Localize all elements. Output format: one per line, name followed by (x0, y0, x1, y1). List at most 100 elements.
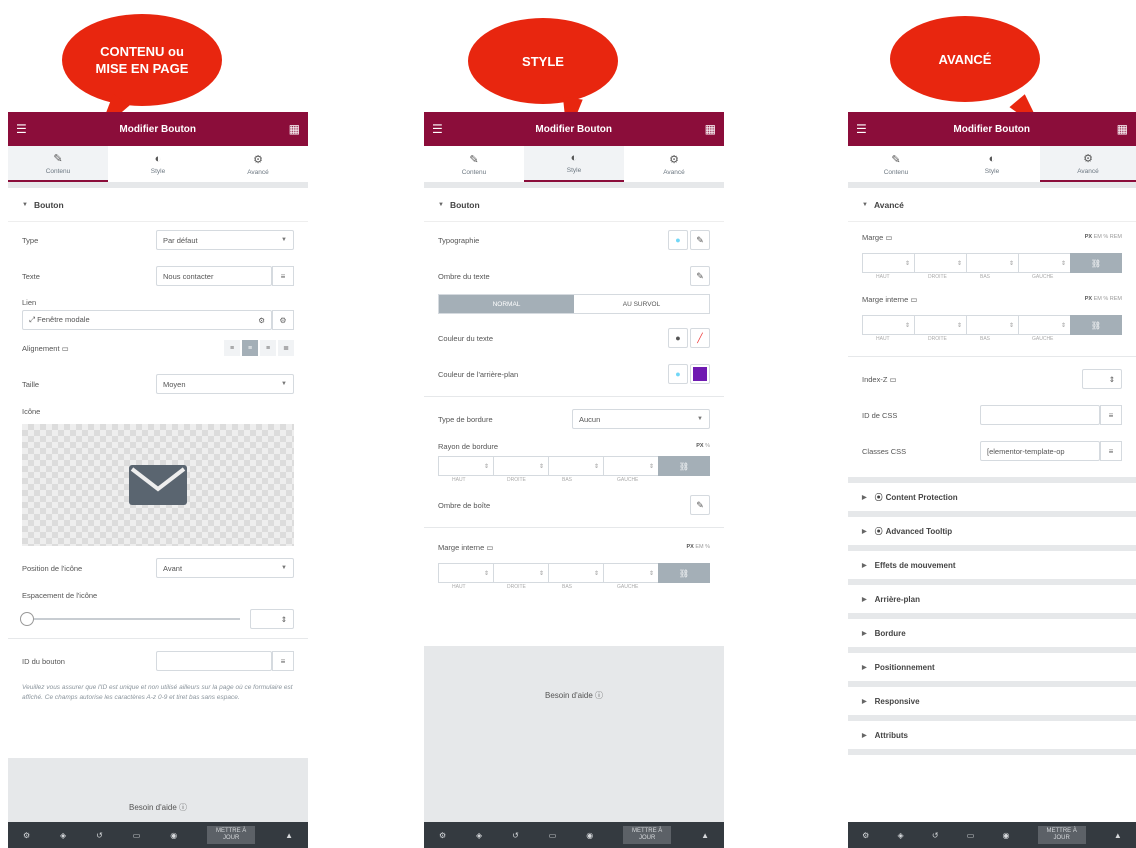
desktop-icon[interactable]: ▭ (885, 233, 892, 242)
globe-icon[interactable]: ● (668, 328, 688, 348)
desktop-icon[interactable]: ▭ (890, 375, 897, 384)
dim-right[interactable]: ⇕ (493, 456, 548, 476)
link-values-icon[interactable]: ⛓ (1070, 315, 1122, 335)
unit-switcher[interactable]: PX % (696, 443, 710, 449)
unit-switcher[interactable]: PX EM % REM (1085, 296, 1122, 302)
history-icon[interactable]: ↺ (932, 831, 939, 840)
help-link[interactable]: Besoin d'aide ⓘ (424, 690, 724, 701)
unit-switcher[interactable]: PX EM % (686, 544, 710, 550)
caret-up-icon[interactable]: ▲ (1114, 831, 1122, 840)
spacing-input[interactable]: ⇕ (250, 609, 294, 629)
tab-content[interactable]: ✎ Contenu (8, 146, 108, 182)
update-button[interactable]: METTRE À JOUR (623, 826, 672, 844)
accordion-advanced-tooltip[interactable]: ▶ ⦿ Advanced Tooltip (848, 517, 1136, 551)
desktop-icon[interactable]: ▭ (486, 543, 493, 552)
accordion-positioning[interactable]: ▶ Positionnement (848, 653, 1136, 687)
dim-top[interactable]: ⇕ (438, 456, 493, 476)
tab-style[interactable]: ◐ Style (944, 146, 1040, 182)
tab-hover[interactable]: AU SURVOL (574, 295, 709, 313)
icon-picker[interactable] (22, 424, 294, 546)
section-header[interactable]: ▼ Bouton (424, 188, 724, 222)
database-icon[interactable]: ≡ (272, 651, 294, 671)
edit-icon[interactable]: ✎ (690, 230, 710, 250)
tab-advanced[interactable]: ⚙ Avancé (624, 146, 724, 182)
settings-icon[interactable]: ⚙ (862, 831, 869, 840)
link-values-icon[interactable]: ⛓ (658, 563, 710, 583)
slider-handle[interactable] (20, 612, 34, 626)
dim-left[interactable]: ⇕ (1018, 253, 1070, 273)
accordion-background[interactable]: ▶ Arrière-plan (848, 585, 1136, 619)
accordion-motion-effects[interactable]: ▶ Effets de mouvement (848, 551, 1136, 585)
grid-icon[interactable]: ▦ (705, 122, 716, 136)
css-id-input[interactable] (980, 405, 1100, 425)
preview-icon[interactable]: ◉ (1003, 831, 1010, 840)
dim-bottom[interactable]: ⇕ (966, 253, 1018, 273)
responsive-icon[interactable]: ▭ (967, 831, 975, 840)
menu-icon[interactable]: ☰ (16, 122, 27, 136)
database-icon[interactable]: ≡ (272, 266, 294, 286)
tab-advanced[interactable]: ⚙ Avancé (208, 146, 308, 182)
color-swatch[interactable] (690, 364, 710, 384)
tab-style[interactable]: ◐ Style (108, 146, 208, 182)
tab-content[interactable]: ✎ Contenu (848, 146, 944, 182)
dim-right[interactable]: ⇕ (493, 563, 548, 583)
accordion-responsive[interactable]: ▶ Responsive (848, 687, 1136, 721)
link-values-icon[interactable]: ⛓ (1070, 253, 1122, 273)
caret-up-icon[interactable]: ▲ (285, 831, 293, 840)
section-header[interactable]: ▼ Bouton (8, 188, 308, 222)
grid-icon[interactable]: ▦ (289, 122, 300, 136)
desktop-icon[interactable]: ▭ (910, 295, 917, 304)
database-icon[interactable]: ≡ (1100, 405, 1122, 425)
section-header[interactable]: ▼ Avancé (848, 188, 1136, 222)
dim-top[interactable]: ⇕ (862, 315, 914, 335)
grid-icon[interactable]: ▦ (1117, 122, 1128, 136)
dim-bottom[interactable]: ⇕ (966, 315, 1018, 335)
link-values-icon[interactable]: ⛓ (658, 456, 710, 476)
settings-icon[interactable]: ⚙ (439, 831, 446, 840)
history-icon[interactable]: ↺ (96, 831, 103, 840)
dim-right[interactable]: ⇕ (914, 315, 966, 335)
globe-icon[interactable]: ● (668, 230, 688, 250)
css-classes-input[interactable]: [elementor-template-op (980, 441, 1100, 461)
dim-left[interactable]: ⇕ (1018, 315, 1070, 335)
edit-icon[interactable]: ✎ (690, 495, 710, 515)
align-left-icon[interactable]: ≡ (224, 340, 240, 356)
update-button[interactable]: METTRE À JOUR (1037, 826, 1086, 844)
align-justify-icon[interactable]: ≣ (278, 340, 294, 356)
layers-icon[interactable]: ◈ (60, 831, 66, 840)
responsive-icon[interactable]: ▭ (133, 831, 141, 840)
link-input[interactable]: ⤢ Fenêtre modale ⚙ (22, 310, 272, 330)
border-type-select[interactable]: Aucun ▼ (572, 409, 710, 429)
help-link[interactable]: Besoin d'aide ⓘ (8, 802, 308, 813)
type-select[interactable]: Par défaut ▼ (156, 230, 294, 250)
button-id-input[interactable] (156, 651, 272, 671)
history-icon[interactable]: ↺ (512, 831, 519, 840)
icon-position-select[interactable]: Avant ▼ (156, 558, 294, 578)
dim-top[interactable]: ⇕ (862, 253, 914, 273)
accordion-content-protection[interactable]: ▶ ⦿ Content Protection (848, 483, 1136, 517)
desktop-icon[interactable]: ▭ (62, 344, 69, 353)
tab-content[interactable]: ✎ Contenu (424, 146, 524, 182)
spacing-slider[interactable] (20, 612, 240, 626)
layers-icon[interactable]: ◈ (897, 831, 903, 840)
caret-up-icon[interactable]: ▲ (701, 831, 709, 840)
database-icon[interactable]: ≡ (1100, 441, 1122, 461)
layers-icon[interactable]: ◈ (476, 831, 482, 840)
dim-left[interactable]: ⇕ (603, 456, 658, 476)
dim-left[interactable]: ⇕ (603, 563, 658, 583)
preview-icon[interactable]: ◉ (586, 831, 593, 840)
globe-icon[interactable]: ● (668, 364, 688, 384)
text-input[interactable]: Nous contacter (156, 266, 272, 286)
tab-advanced[interactable]: ⚙ Avancé (1040, 146, 1136, 182)
color-swatch-empty[interactable]: ╱ (690, 328, 710, 348)
tab-style[interactable]: ◐ Style (524, 146, 624, 182)
update-button[interactable]: METTRE À JOUR (207, 826, 256, 844)
unit-switcher[interactable]: PX EM % REM (1085, 234, 1122, 240)
align-center-icon[interactable]: ≡ (242, 340, 258, 356)
dim-bottom[interactable]: ⇕ (548, 563, 603, 583)
dim-bottom[interactable]: ⇕ (548, 456, 603, 476)
menu-icon[interactable]: ☰ (432, 122, 443, 136)
preview-icon[interactable]: ◉ (170, 831, 177, 840)
responsive-icon[interactable]: ▭ (549, 831, 557, 840)
dim-top[interactable]: ⇕ (438, 563, 493, 583)
